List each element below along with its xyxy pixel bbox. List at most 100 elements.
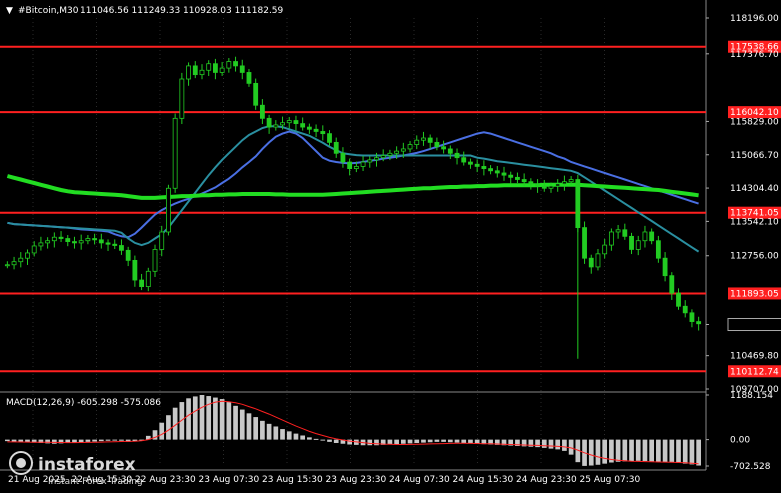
candle-body <box>642 231 648 242</box>
macd-tick-label: 0.00 <box>730 436 750 446</box>
macd-histogram-bar <box>407 439 413 444</box>
candle-body <box>25 252 30 259</box>
candle-body <box>192 65 198 76</box>
time-tick-label: 24 Aug 07:30 <box>389 475 450 485</box>
macd-histogram-bar <box>5 439 10 442</box>
candle-body <box>273 124 279 128</box>
candle-body <box>595 253 601 268</box>
time-tick-label: 24 Aug 23:30 <box>516 475 577 485</box>
candle-body <box>152 249 158 272</box>
candle-body <box>434 141 440 148</box>
macd-histogram-bar <box>293 433 299 440</box>
candle-body <box>374 157 379 161</box>
macd-label: MACD(12,26,9) -605.298 -575.086 <box>6 398 161 408</box>
candle-body <box>548 185 554 189</box>
level-price-label: 111893.05 <box>730 289 779 299</box>
macd-histogram-bar <box>246 413 252 440</box>
macd-histogram-bar <box>112 439 118 441</box>
candle-body <box>72 241 77 244</box>
candle-body <box>65 238 71 242</box>
symbol-label: #Bitcoin,M30 <box>18 6 79 16</box>
macd-histogram-bar <box>313 438 319 440</box>
candle-body <box>45 240 51 244</box>
macd-histogram-bar <box>78 439 84 443</box>
candle-body <box>568 179 574 183</box>
trading-chart[interactable]: 117538.66 116042.10 113741.05 111893.05 1101… <box>0 0 781 489</box>
macd-histogram-bar <box>635 439 641 461</box>
candle-body <box>380 155 386 159</box>
macd-histogram-bar <box>541 439 547 448</box>
candle-body <box>166 187 171 233</box>
candle-body <box>582 227 587 259</box>
candle-body <box>555 183 561 187</box>
candle-body <box>535 183 540 187</box>
candle-body <box>461 157 467 163</box>
macd-histogram-bar <box>192 396 198 440</box>
price-tick-label: 113542.10 <box>730 217 779 227</box>
candle-body <box>125 249 131 261</box>
macd-histogram-bar <box>51 439 57 444</box>
candle-body <box>31 245 37 254</box>
candle-body <box>85 238 91 242</box>
candle-body <box>313 128 319 132</box>
macd-histogram-bar <box>400 439 406 444</box>
candle-body <box>327 133 332 143</box>
macd-histogram-bar <box>427 439 433 443</box>
candle-body <box>421 137 426 141</box>
macd-histogram-bar <box>280 429 285 440</box>
macd-histogram-bar <box>629 439 634 462</box>
macd-histogram-bar <box>447 439 453 443</box>
candle-body <box>427 137 433 143</box>
time-tick-label: 25 Aug 07:30 <box>580 475 641 485</box>
candle-body <box>186 65 191 80</box>
candle-body <box>508 174 514 178</box>
time-tick-label: 23 Aug 23:30 <box>326 475 387 485</box>
candle-body <box>682 305 688 314</box>
candle-body <box>286 120 292 124</box>
time-tick-label: 23 Aug 07:30 <box>199 475 260 485</box>
candle-body <box>132 259 138 281</box>
price-tick-label: 115829.00 <box>730 117 779 127</box>
macd-histogram-bar <box>662 439 668 463</box>
macd-histogram-bar <box>548 439 554 449</box>
candle-body <box>266 117 272 128</box>
macd-histogram-bar <box>166 415 171 440</box>
candle-body <box>662 257 668 277</box>
macd-histogram-bar <box>689 439 695 465</box>
candle-body <box>4 264 10 267</box>
candle-body <box>259 104 265 119</box>
chart-canvas[interactable]: 117538.66116042.10113741.05111893.051101… <box>0 0 781 489</box>
candle-body <box>11 261 17 266</box>
candle-body <box>676 292 681 307</box>
macd-histogram-bar <box>414 439 420 443</box>
macd-histogram-bar <box>98 439 104 442</box>
candle-body <box>38 242 44 247</box>
candle-body <box>18 257 24 263</box>
candle-body <box>541 185 547 189</box>
macd-histogram-bar <box>588 439 594 466</box>
macd-histogram-bar <box>159 422 165 440</box>
chart-menu-icon[interactable]: ▼ <box>6 6 13 16</box>
candle-body <box>360 161 366 167</box>
candle-body <box>246 72 252 84</box>
macd-histogram-bar <box>105 439 111 441</box>
candle-body <box>414 139 420 145</box>
macd-histogram-bar <box>11 439 17 442</box>
candle-body <box>340 152 346 163</box>
candle-body <box>521 179 527 183</box>
macd-histogram-bar <box>233 405 238 440</box>
candle-body <box>689 312 695 322</box>
candle-body <box>468 161 473 165</box>
candle-body <box>622 229 628 237</box>
macd-histogram-bar <box>239 409 245 440</box>
candle-body <box>253 82 259 106</box>
macd-histogram-bar <box>266 423 272 440</box>
macd-histogram-bar <box>286 431 292 440</box>
macd-histogram-bar <box>206 396 212 440</box>
candle-body <box>293 120 299 124</box>
candle-body <box>119 245 124 251</box>
candle-body <box>629 235 634 250</box>
candle-body <box>172 117 178 189</box>
macd-tick-label: -702.528 <box>730 462 771 472</box>
candle-body <box>615 229 621 233</box>
